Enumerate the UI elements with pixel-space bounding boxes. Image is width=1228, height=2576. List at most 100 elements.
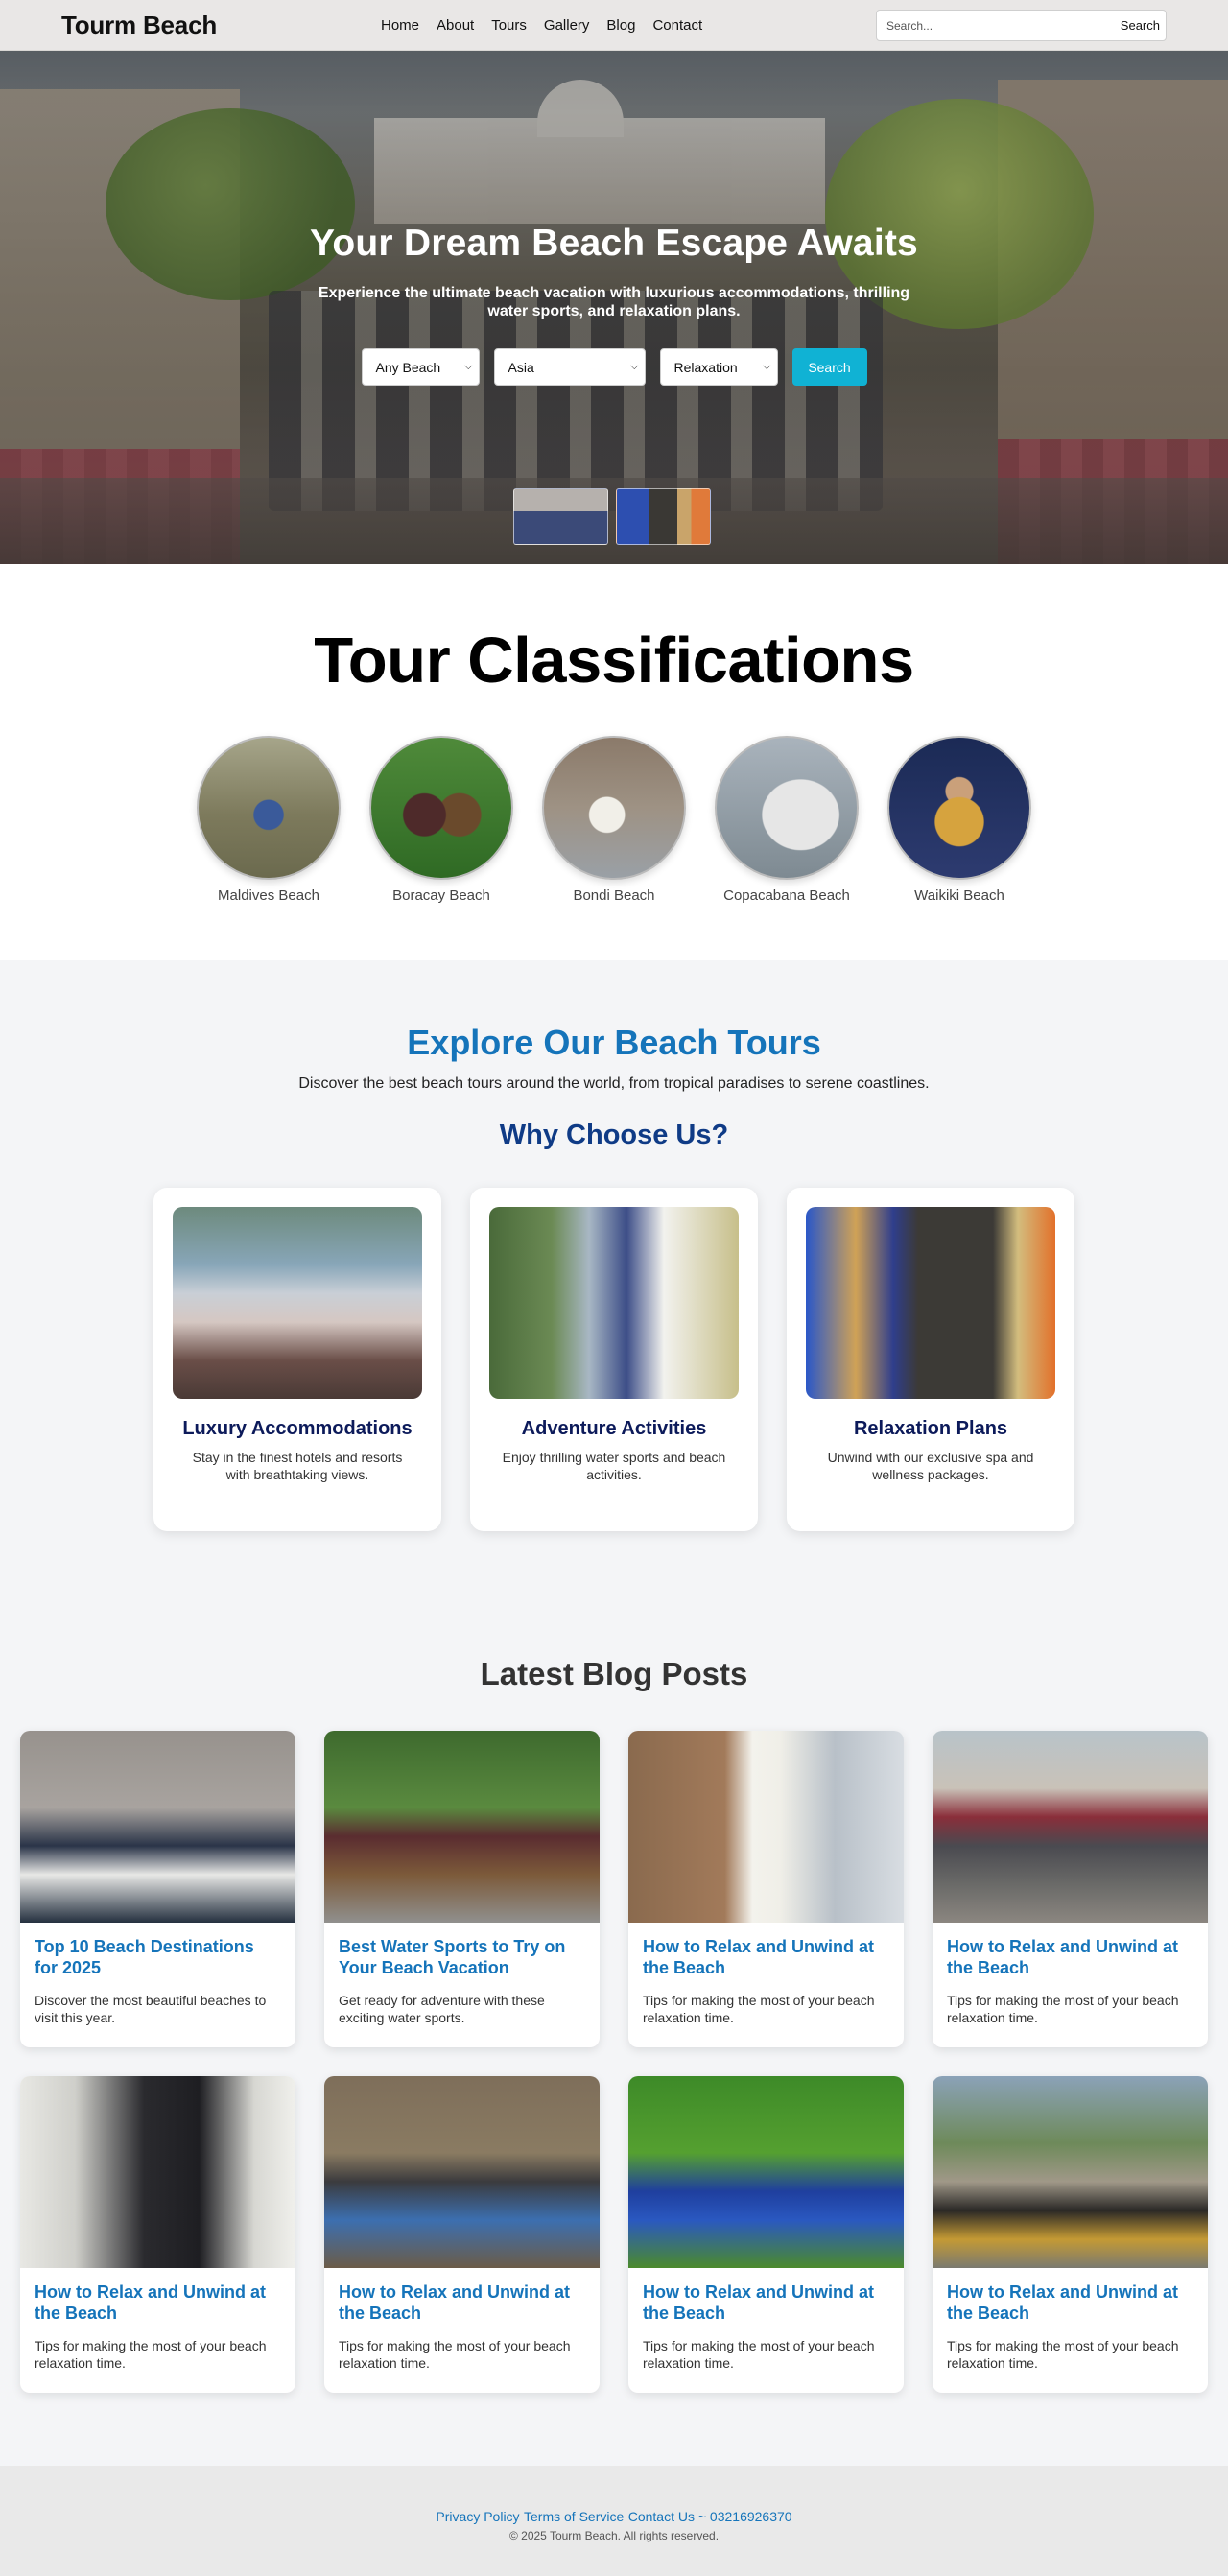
blog-image [20, 1731, 295, 1923]
footer-link-contact[interactable]: Contact Us ~ 03216926370 [628, 2509, 792, 2524]
nav-link-blog[interactable]: Blog [606, 17, 635, 34]
blog-card[interactable]: How to Relax and Unwind at the Beach Tip… [20, 2076, 295, 2393]
blog-post-title[interactable]: Top 10 Beach Destinations for 2025 [35, 1936, 281, 1978]
blog-image [20, 2076, 295, 2268]
blog-post-title[interactable]: How to Relax and Unwind at the Beach [35, 2281, 281, 2324]
tour-type-select[interactable]: Relaxation ⌵ [659, 348, 778, 386]
feature-card-adventure: Adventure Activities Enjoy thrilling wat… [470, 1188, 758, 1531]
hero-thumbnail-1[interactable] [513, 488, 608, 545]
blog-card-body: Best Water Sports to Try on Your Beach V… [324, 1923, 600, 2040]
blog-card[interactable]: Top 10 Beach Destinations for 2025 Disco… [20, 1731, 295, 2047]
classification-label: Maldives Beach [218, 887, 319, 904]
tour-classifications-section: Tour Classifications Maldives Beach Bora… [0, 564, 1228, 960]
blog-image [933, 1731, 1208, 1923]
blog-card-body: How to Relax and Unwind at the Beach Tip… [20, 2268, 295, 2385]
blog-post-description: Tips for making the most of your beach r… [643, 2338, 875, 2371]
nav-search-input[interactable] [886, 18, 1121, 33]
feature-description: Enjoy thrilling water sports and beach a… [502, 1450, 726, 1482]
blog-title: Latest Blog Posts [480, 1656, 748, 1691]
classification-label: Copacabana Beach [723, 887, 850, 904]
region-select-value: Asia [508, 359, 534, 375]
chevron-down-icon: ⌵ [630, 361, 639, 372]
blog-post-description: Tips for making the most of your beach r… [947, 2338, 1179, 2371]
why-choose-us-title: Why Choose Us? [499, 1120, 729, 1150]
blog-card-body: How to Relax and Unwind at the Beach Tip… [933, 1923, 1208, 2040]
footer-link-privacy[interactable]: Privacy Policy [436, 2509, 519, 2524]
explore-title: Explore Our Beach Tours [407, 1023, 821, 1062]
nav-search-button[interactable]: Search [1121, 18, 1160, 33]
blog-image [628, 2076, 904, 2268]
nav-link-about[interactable]: About [437, 17, 474, 34]
footer-copyright: © 2025 Tourm Beach. All rights reserved. [508, 2529, 720, 2542]
hero-search-button[interactable]: Search [791, 348, 867, 386]
region-select[interactable]: Asia ⌵ [493, 348, 646, 386]
classification-label: Bondi Beach [573, 887, 655, 904]
blog-card[interactable]: How to Relax and Unwind at the Beach Tip… [933, 2076, 1208, 2393]
hero-thumbnails [513, 488, 711, 545]
chevron-down-icon: ⌵ [464, 361, 473, 372]
classification-item-maldives[interactable]: Maldives Beach [197, 736, 341, 904]
blog-card[interactable]: How to Relax and Unwind at the Beach Tip… [324, 2076, 600, 2393]
blog-post-title[interactable]: How to Relax and Unwind at the Beach [643, 1936, 889, 1978]
classification-item-copacabana[interactable]: Copacabana Beach [715, 736, 859, 904]
footer-links: Privacy Policy Terms of Service Contact … [0, 2509, 1228, 2526]
classification-label: Boracay Beach [392, 887, 490, 904]
blog-card[interactable]: How to Relax and Unwind at the Beach Tip… [628, 2076, 904, 2393]
blog-post-title[interactable]: Best Water Sports to Try on Your Beach V… [339, 1936, 585, 1978]
feature-card-luxury: Luxury Accommodations Stay in the finest… [154, 1188, 441, 1531]
chevron-down-icon: ⌵ [763, 361, 771, 372]
feature-title: Luxury Accommodations [182, 1418, 413, 1439]
classifications-title: Tour Classifications [314, 625, 914, 697]
blog-image [324, 2076, 600, 2268]
feature-image [806, 1207, 1055, 1399]
blog-post-description: Tips for making the most of your beach r… [643, 1993, 875, 2025]
classification-item-boracay[interactable]: Boracay Beach [369, 736, 513, 904]
hero-section: Your Dream Beach Escape Awaits Experienc… [0, 51, 1228, 564]
blog-post-description: Get ready for adventure with these excit… [339, 1993, 545, 2025]
classification-label: Waikiki Beach [914, 887, 1004, 904]
blog-post-description: Tips for making the most of your beach r… [339, 2338, 571, 2371]
feature-card-relaxation: Relaxation Plans Unwind with our exclusi… [787, 1188, 1074, 1531]
blog-card[interactable]: How to Relax and Unwind at the Beach Tip… [628, 1731, 904, 2047]
hero-filters: Any Beach ⌵ Asia ⌵ Relaxation ⌵ Search [0, 348, 1228, 386]
blog-card-body: How to Relax and Unwind at the Beach Tip… [628, 2268, 904, 2385]
blog-grid: Top 10 Beach Destinations for 2025 Disco… [0, 1731, 1228, 2393]
nav-search: Search [876, 10, 1167, 41]
feature-image [489, 1207, 739, 1399]
blog-post-description: Discover the most beautiful beaches to v… [35, 1993, 267, 2025]
classification-item-waikiki[interactable]: Waikiki Beach [887, 736, 1031, 904]
blog-card-body: Top 10 Beach Destinations for 2025 Disco… [20, 1923, 295, 2040]
classifications-list: Maldives Beach Boracay Beach Bondi Beach… [0, 736, 1228, 904]
blog-post-description: Tips for making the most of your beach r… [947, 1993, 1179, 2025]
nav-link-gallery[interactable]: Gallery [544, 17, 590, 34]
blog-post-title[interactable]: How to Relax and Unwind at the Beach [643, 2281, 889, 2324]
nav-link-home[interactable]: Home [381, 17, 419, 34]
tour-type-select-value: Relaxation [673, 359, 738, 375]
blog-card-body: How to Relax and Unwind at the Beach Tip… [933, 2268, 1208, 2385]
nav-link-contact[interactable]: Contact [652, 17, 702, 34]
feature-image [173, 1207, 422, 1399]
classification-item-bondi[interactable]: Bondi Beach [542, 736, 686, 904]
feature-description: Unwind with our exclusive spa and wellne… [827, 1450, 1034, 1482]
hero-content: Your Dream Beach Escape Awaits Experienc… [0, 223, 1228, 386]
hero-title: Your Dream Beach Escape Awaits [310, 223, 918, 264]
blog-card[interactable]: How to Relax and Unwind at the Beach Tip… [933, 1731, 1208, 2047]
blog-post-title[interactable]: How to Relax and Unwind at the Beach [339, 2281, 585, 2324]
footer-link-terms[interactable]: Terms of Service [524, 2509, 624, 2524]
blog-card[interactable]: Best Water Sports to Try on Your Beach V… [324, 1731, 600, 2047]
blog-card-body: How to Relax and Unwind at the Beach Tip… [628, 1923, 904, 2040]
beach-select[interactable]: Any Beach ⌵ [361, 348, 480, 386]
brand-logo[interactable]: Tourm Beach [61, 11, 217, 40]
feature-description: Stay in the finest hotels and resorts wi… [192, 1450, 403, 1482]
hero-bg-building [374, 80, 825, 224]
classification-image [542, 736, 686, 880]
beach-select-value: Any Beach [375, 359, 441, 375]
blog-post-title[interactable]: How to Relax and Unwind at the Beach [947, 1936, 1193, 1978]
blog-post-title[interactable]: How to Relax and Unwind at the Beach [947, 2281, 1193, 2324]
hero-thumbnail-2[interactable] [616, 488, 711, 545]
explore-subtitle: Discover the best beach tours around the… [298, 1075, 930, 1092]
main-nav: Home About Tours Gallery Blog Contact [381, 0, 720, 51]
nav-link-tours[interactable]: Tours [491, 17, 527, 34]
navbar: Tourm Beach Home About Tours Gallery Blo… [0, 0, 1228, 51]
feature-title: Adventure Activities [521, 1418, 707, 1439]
